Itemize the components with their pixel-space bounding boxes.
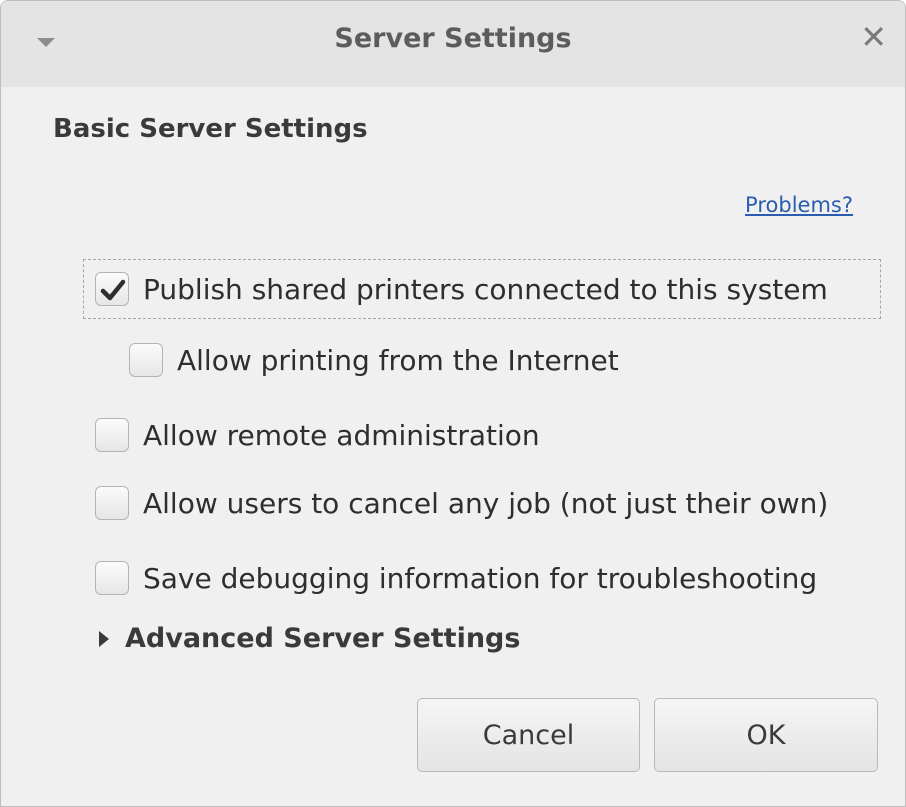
allow-internet-printing-label: Allow printing from the Internet <box>177 343 619 377</box>
allow-remote-admin-label: Allow remote administration <box>143 418 540 452</box>
ok-button[interactable]: OK <box>654 698 878 772</box>
close-icon[interactable]: ✕ <box>860 21 887 53</box>
window-title: Server Settings <box>334 23 572 54</box>
publish-shared-printers-checkbox[interactable] <box>95 272 129 306</box>
publish-shared-printers-checkbox-row[interactable]: Publish shared printers connected to thi… <box>83 259 881 319</box>
allow-cancel-any-job-checkbox[interactable] <box>95 486 129 520</box>
save-debugging-checkbox[interactable] <box>95 561 129 595</box>
publish-shared-printers-label: Publish shared printers connected to thi… <box>143 272 828 306</box>
title-bar: Server Settings ✕ <box>1 1 905 87</box>
advanced-settings-expander[interactable]: Advanced Server Settings <box>99 623 520 654</box>
section-title-basic: Basic Server Settings <box>53 114 368 144</box>
allow-cancel-any-job-checkbox-row[interactable]: Allow users to cancel any job (not just … <box>95 483 828 523</box>
allow-internet-printing-checkbox-row[interactable]: Allow printing from the Internet <box>129 340 619 380</box>
allow-remote-admin-checkbox[interactable] <box>95 418 129 452</box>
save-debugging-checkbox-row[interactable]: Save debugging information for troublesh… <box>95 558 817 598</box>
cancel-button[interactable]: Cancel <box>417 698 640 772</box>
allow-internet-printing-checkbox[interactable] <box>129 343 163 377</box>
save-debugging-label: Save debugging information for troublesh… <box>143 561 818 595</box>
advanced-settings-label: Advanced Server Settings <box>125 623 521 654</box>
allow-cancel-any-job-label: Allow users to cancel any job (not just … <box>143 486 829 520</box>
allow-remote-admin-checkbox-row[interactable]: Allow remote administration <box>95 415 540 455</box>
problems-link[interactable]: Problems? <box>745 193 853 217</box>
checkmark-icon <box>100 279 126 301</box>
expander-arrow-icon <box>99 630 109 647</box>
server-settings-dialog: Server Settings ✕ Basic Server Settings … <box>0 0 906 807</box>
